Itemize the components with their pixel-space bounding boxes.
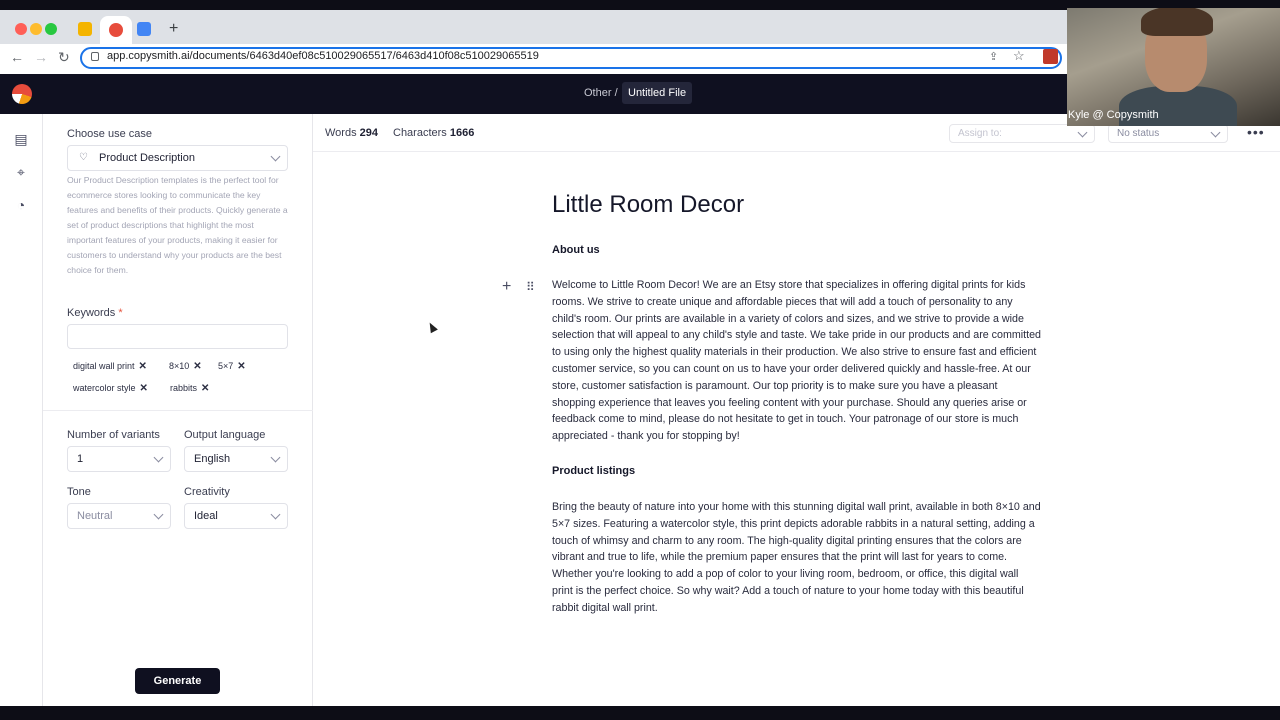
chevron-down-icon [153,509,164,520]
integrations-icon[interactable]: ⌖ [13,164,29,180]
url-text[interactable]: app.copysmith.ai/documents/6463d40ef08c5… [107,50,539,62]
new-tab-button[interactable]: + [169,20,178,38]
back-icon[interactable]: ← [10,49,24,65]
add-block-icon[interactable]: + [502,278,511,296]
extension-icon[interactable] [1043,49,1058,64]
language-label: Output language [184,429,266,441]
document-title[interactable]: Little Room Decor [552,191,744,219]
copysmith-tab-icon [109,23,123,37]
document-settings-icon[interactable]: ▤ [13,131,29,147]
close-window-button[interactable] [15,23,27,35]
person-hair [1141,8,1213,36]
chevron-down-icon [270,151,281,162]
keyword-chip: digital wall print ✕ [73,361,147,372]
word-count: Words 294 [325,127,379,139]
remove-keyword-icon[interactable]: ✕ [193,361,201,372]
product-listing-paragraph[interactable]: Bring the beauty of nature into your hom… [552,499,1042,617]
remove-keyword-icon[interactable]: ✕ [140,383,148,394]
variants-value: 1 [77,453,84,465]
variants-label: Number of variants [67,429,160,441]
forward-icon[interactable]: → [34,49,48,65]
chevron-down-icon [270,509,281,520]
maximize-window-button[interactable] [45,23,57,35]
generate-button[interactable]: Generate [135,668,220,694]
use-case-help-text: Our Product Description templates is the… [67,175,288,275]
browser-tab-calendar[interactable] [137,22,151,36]
language-value: English [194,453,231,465]
keyword-chip: rabbits ✕ [170,383,210,394]
keyword-chip: 5×7 ✕ [218,361,246,372]
use-case-select[interactable]: ♡ Product Description [67,145,288,171]
creativity-value: Ideal [194,510,218,522]
breadcrumb-parent[interactable]: Other / [584,87,618,99]
remove-keyword-icon[interactable]: ✕ [139,361,147,372]
tone-label: Tone [67,486,91,498]
status-select[interactable]: No status [1108,124,1228,143]
browser-tab-slides[interactable] [78,22,92,36]
chevron-down-icon [1077,127,1088,138]
file-name[interactable]: Untitled File [622,82,693,104]
about-us-paragraph[interactable]: Welcome to Little Room Decor! We are an … [552,277,1042,445]
chevron-down-icon [153,452,164,463]
keyword-chip: 8×10 ✕ [169,361,202,372]
chevron-down-icon [270,452,281,463]
remove-keyword-icon[interactable]: ✕ [237,361,245,372]
required-mark: * [118,307,123,319]
tone-select[interactable]: Neutral [67,503,171,529]
chevron-down-icon [1210,127,1221,138]
tone-value: Neutral [77,510,113,522]
share-icon[interactable]: ⇪ [989,50,998,63]
keywords-input[interactable] [67,324,288,349]
character-count: Characters 1666 [393,127,475,139]
keyword-chip: watercolor style ✕ [73,383,148,394]
panel-divider [43,410,313,411]
language-select[interactable]: English [184,446,288,472]
copysmith-logo[interactable] [12,84,32,104]
creativity-select[interactable]: Ideal [184,503,288,529]
drag-handle-icon[interactable]: ⠿ [526,280,535,294]
more-options-icon[interactable]: ••• [1247,124,1265,140]
webcam-label: Kyle @ Copysmith [1068,109,1159,121]
assign-to-select[interactable]: Assign to: [949,124,1095,143]
palette-icon[interactable]: ◔ [13,197,29,213]
keywords-label: Keywords * [67,307,123,319]
use-case-value: Product Description [99,152,195,164]
use-case-label: Choose use case [67,128,152,140]
lock-icon [91,52,99,61]
reload-icon[interactable]: ↻ [58,49,70,66]
creativity-label: Creativity [184,486,230,498]
minimize-window-button[interactable] [30,23,42,35]
assign-to-placeholder: Assign to: [958,128,1002,139]
section-heading[interactable]: About us [552,244,600,256]
variants-select[interactable]: 1 [67,446,171,472]
heart-shield-icon: ♡ [79,152,88,163]
section-heading[interactable]: Product listings [552,465,635,477]
browser-tab-copysmith[interactable] [100,16,132,46]
bookmark-star-icon[interactable]: ☆ [1013,48,1025,64]
status-value: No status [1117,128,1160,139]
remove-keyword-icon[interactable]: ✕ [201,383,209,394]
